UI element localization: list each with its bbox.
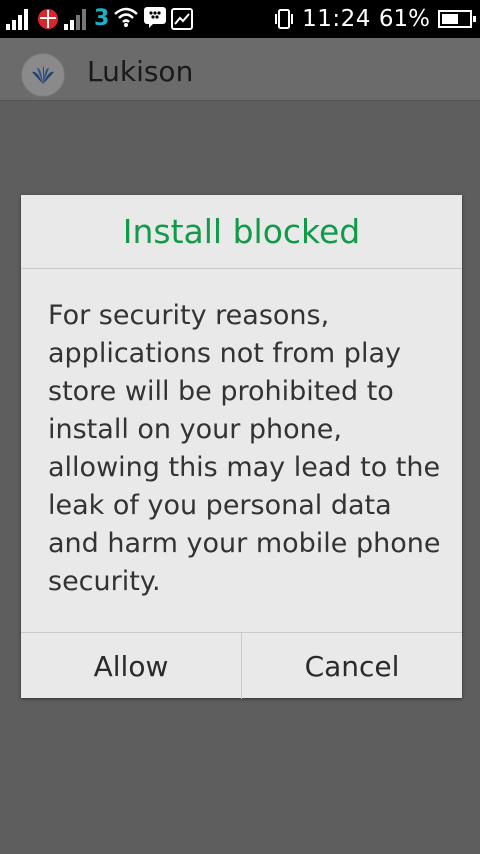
cancel-button[interactable]: Cancel xyxy=(241,633,462,699)
battery-icon xyxy=(438,10,476,28)
dialog-message: For security reasons, applications not f… xyxy=(48,300,441,597)
status-bar: 3 11:24 61% xyxy=(0,0,480,38)
status-right-icons: 11:24 61% xyxy=(274,4,476,34)
app-bar: Lukison xyxy=(0,38,480,101)
red-app-icon xyxy=(36,7,60,31)
peacock-logo-icon xyxy=(21,53,65,97)
install-blocked-dialog: Install blocked For security reasons, ap… xyxy=(21,195,462,699)
bbm-icon xyxy=(143,6,167,32)
battery-percent: 61% xyxy=(378,6,430,32)
status-left-icons: 3 xyxy=(6,6,194,32)
vibrate-icon xyxy=(274,8,294,30)
network-3-icon: 3 xyxy=(94,6,110,31)
signal-icon xyxy=(6,8,32,30)
gallery-icon xyxy=(171,8,194,30)
status-time: 11:24 xyxy=(302,6,371,32)
allow-button[interactable]: Allow xyxy=(21,633,241,699)
wifi-icon xyxy=(113,6,139,32)
app-title: Lukison xyxy=(87,55,194,88)
dialog-title: Install blocked xyxy=(21,195,462,269)
dialog-button-bar: Allow Cancel xyxy=(21,632,462,699)
signal-icon-2 xyxy=(64,8,90,30)
